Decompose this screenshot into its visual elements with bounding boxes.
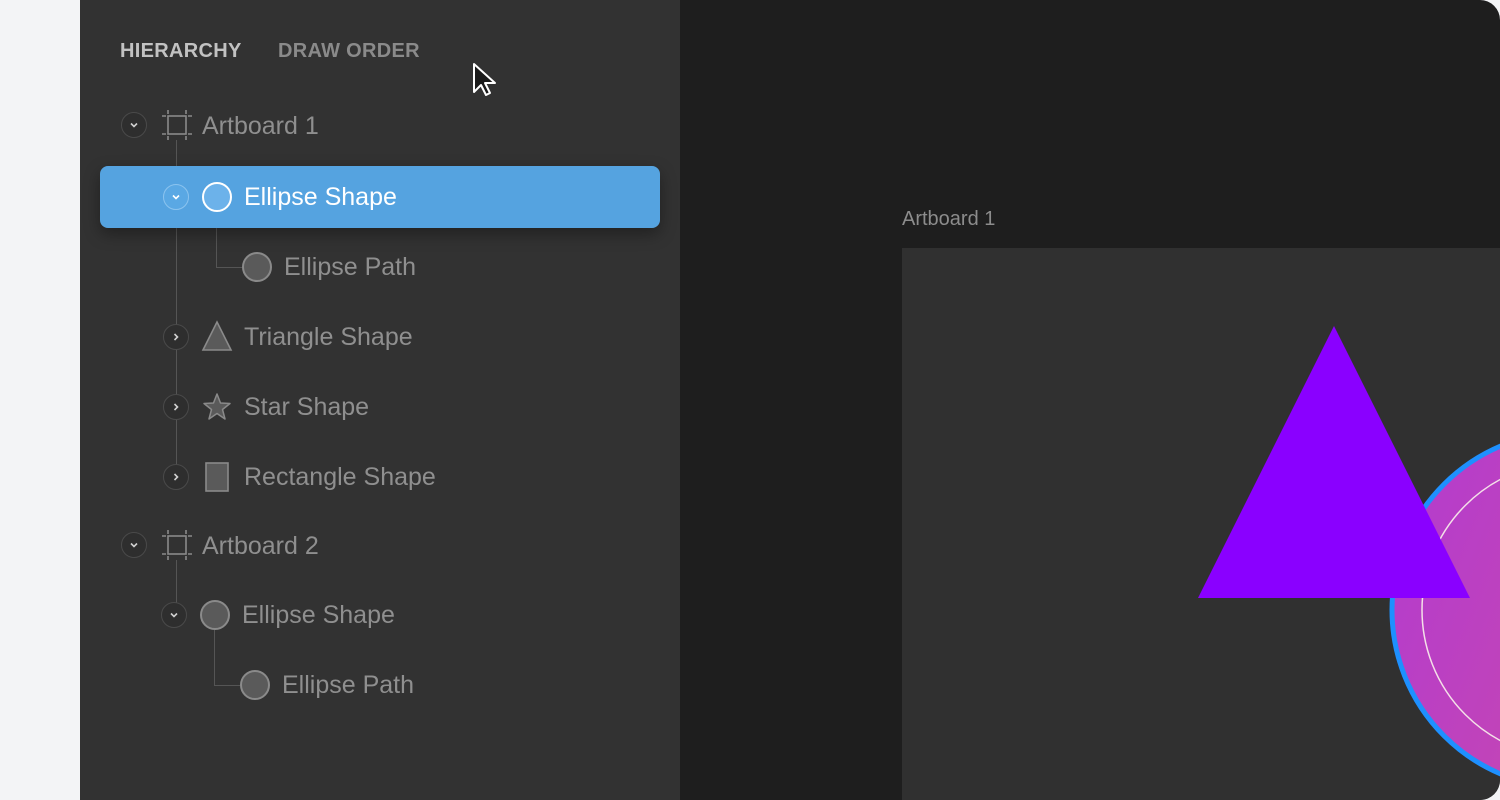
ellipse-icon <box>202 182 232 212</box>
tree-item-ellipse-shape[interactable]: Ellipse Shape <box>100 166 660 228</box>
left-gutter <box>0 0 80 800</box>
tree-item-ellipse-path[interactable]: Ellipse Path <box>100 236 660 298</box>
ellipse-path-icon <box>242 252 272 282</box>
tree-item-label: Artboard 1 <box>202 112 319 140</box>
expand-toggle[interactable] <box>163 324 189 350</box>
expand-toggle[interactable] <box>163 394 189 420</box>
tree-item-star-shape[interactable]: Star Shape <box>100 376 660 438</box>
canvas-area[interactable]: Artboard 1 <box>680 0 1500 800</box>
mouse-cursor-icon <box>473 63 496 96</box>
app-window: HIERARCHY DRAW ORDER Artboard 1 Ellipse … <box>0 0 1500 800</box>
chevron-down-icon <box>130 122 138 128</box>
ellipse-path-icon <box>240 670 270 700</box>
tree-item-triangle-shape[interactable]: Triangle Shape <box>100 306 660 368</box>
chevron-right-icon <box>173 333 179 341</box>
tree-item-ellipse-shape-2[interactable]: Ellipse Shape <box>100 584 660 646</box>
tree-item-label: Ellipse Path <box>284 253 417 281</box>
tree-item-label: Star Shape <box>244 393 370 421</box>
tree-item-label: Artboard 2 <box>202 532 319 560</box>
artboard[interactable] <box>902 248 1500 800</box>
collapse-toggle[interactable] <box>121 112 147 138</box>
rectangle-icon <box>205 462 229 492</box>
artboard-icon <box>162 530 192 560</box>
tree-item-label: Ellipse Path <box>282 671 415 699</box>
artboard-shapes <box>1198 326 1500 777</box>
tree-item-rectangle-shape[interactable]: Rectangle Shape <box>100 446 660 508</box>
tree-item-label: Rectangle Shape <box>244 463 436 491</box>
triangle-shape-canvas[interactable] <box>1198 326 1470 598</box>
tree-item-label: Ellipse Shape <box>242 601 395 629</box>
expand-toggle[interactable] <box>163 464 189 490</box>
star-icon <box>203 393 231 420</box>
tree-item-label: Triangle Shape <box>244 323 413 351</box>
tree-item-label: Ellipse Shape <box>244 183 397 211</box>
chevron-down-icon <box>172 194 180 200</box>
chevron-right-icon <box>173 473 179 481</box>
hierarchy-panel: HIERARCHY DRAW ORDER Artboard 1 Ellipse … <box>80 0 680 800</box>
layer-tree: Artboard 1 Ellipse Shape Ellipse Path Tr… <box>80 0 680 800</box>
tree-item-artboard-1[interactable]: Artboard 1 <box>100 95 660 157</box>
chevron-right-icon <box>173 403 179 411</box>
tree-item-ellipse-path-2[interactable]: Ellipse Path <box>100 654 660 716</box>
chevron-down-icon <box>170 612 178 618</box>
artboard-icon <box>162 110 192 140</box>
collapse-toggle[interactable] <box>163 184 189 210</box>
collapse-toggle[interactable] <box>161 602 187 628</box>
collapse-toggle[interactable] <box>121 532 147 558</box>
tree-item-artboard-2[interactable]: Artboard 2 <box>100 515 660 577</box>
chevron-down-icon <box>130 542 138 548</box>
ellipse-icon <box>200 600 230 630</box>
triangle-icon <box>201 320 233 351</box>
artboard-title[interactable]: Artboard 1 <box>902 208 995 231</box>
